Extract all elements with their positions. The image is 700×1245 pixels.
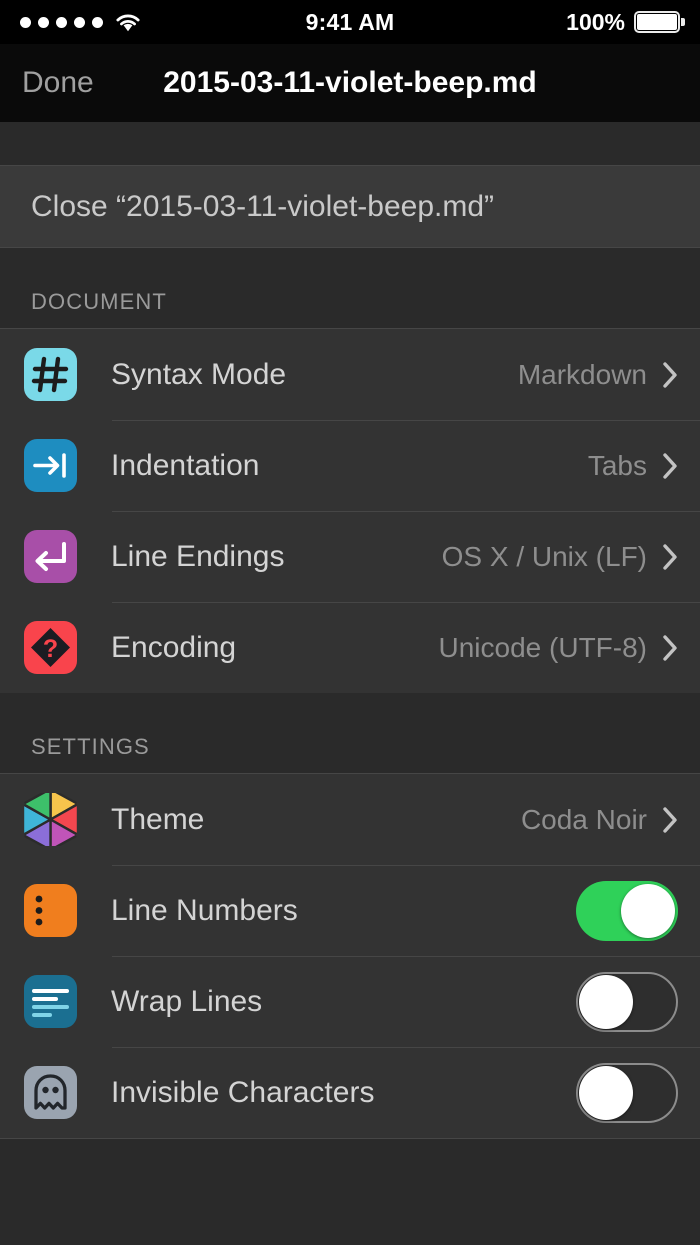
row-line-endings[interactable]: Line Endings OS X / Unix (LF) [0, 511, 700, 602]
row-indentation[interactable]: Indentation Tabs [0, 420, 700, 511]
row-line-numbers[interactable]: Line Numbers [0, 865, 700, 956]
battery-full-icon [634, 11, 685, 33]
chevron-right-icon [663, 634, 677, 661]
section-header-document: DOCUMENT [0, 248, 700, 328]
row-value: OS X / Unix (LF) [441, 540, 647, 572]
battery-percent-label: 100% [566, 8, 625, 35]
top-spacer [0, 122, 700, 165]
section-header-settings: SETTINGS [0, 693, 700, 773]
tab-indent-icon [24, 439, 77, 492]
section-header-document-label: DOCUMENT [31, 289, 167, 314]
line-numbers-toggle[interactable] [576, 880, 678, 941]
invisible-characters-toggle[interactable] [576, 1062, 678, 1123]
status-bar-right: 100% [566, 8, 685, 36]
row-value: Unicode (UTF-8) [438, 631, 647, 663]
row-value: Tabs [587, 449, 647, 481]
row-label: Syntax Mode [111, 357, 287, 391]
page-title: 2015-03-11-violet-beep.md [163, 66, 537, 99]
bottom-spacer [0, 1139, 700, 1245]
row-label: Wrap Lines [111, 984, 263, 1018]
status-bar-left [20, 12, 142, 32]
status-bar: 9:41 AM 100% [0, 0, 700, 44]
line-numbers-icon [24, 884, 77, 937]
row-label: Encoding [111, 630, 237, 664]
settings-screen: 9:41 AM 100% Done 2015-03-11-violet-beep… [0, 0, 700, 1245]
return-arrow-icon [24, 530, 77, 583]
wifi-icon [116, 14, 140, 32]
row-theme[interactable]: Theme Coda Noir [0, 774, 700, 865]
row-label: Indentation [111, 448, 260, 482]
navigation-bar: Done 2015-03-11-violet-beep.md [0, 44, 700, 122]
row-label: Theme [111, 802, 205, 836]
close-document-button[interactable]: Close “2015-03-11-violet-beep.md” [0, 165, 700, 248]
chevron-right-icon [663, 361, 677, 388]
ghost-icon [24, 1066, 77, 1119]
toggle-knob [579, 974, 633, 1029]
wrap-lines-toggle[interactable] [576, 971, 678, 1032]
toggle-knob [579, 1065, 633, 1120]
row-invisible-characters[interactable]: Invisible Characters [0, 1047, 700, 1138]
row-syntax-mode[interactable]: Syntax Mode Markdown [0, 329, 700, 420]
row-label: Invisible Characters [111, 1075, 375, 1109]
row-label: Line Numbers [111, 893, 298, 927]
color-wheel-icon [24, 793, 77, 846]
row-value: Markdown [517, 358, 647, 390]
svg-text:?: ? [43, 635, 58, 663]
chevron-right-icon [663, 543, 677, 570]
chevron-right-icon [663, 452, 677, 479]
close-document-label: Close “2015-03-11-violet-beep.md” [31, 189, 495, 223]
row-encoding[interactable]: ? Encoding Unicode (UTF-8) [0, 602, 700, 693]
row-label: Line Endings [111, 539, 285, 573]
settings-group: Theme Coda Noir Line Numbers Wrap Lines … [0, 773, 700, 1139]
unknown-glyph-icon: ? [24, 621, 77, 674]
row-wrap-lines[interactable]: Wrap Lines [0, 956, 700, 1047]
signal-strength-icon [20, 16, 103, 28]
done-button[interactable]: Done [22, 66, 94, 100]
toggle-knob [621, 883, 675, 938]
chevron-right-icon [663, 806, 677, 833]
hash-icon [24, 348, 77, 401]
row-value: Coda Noir [520, 803, 647, 835]
wrap-lines-icon [24, 975, 77, 1028]
document-group: Syntax Mode Markdown Indentation Tabs Li… [0, 328, 700, 693]
section-header-settings-label: SETTINGS [31, 734, 150, 759]
